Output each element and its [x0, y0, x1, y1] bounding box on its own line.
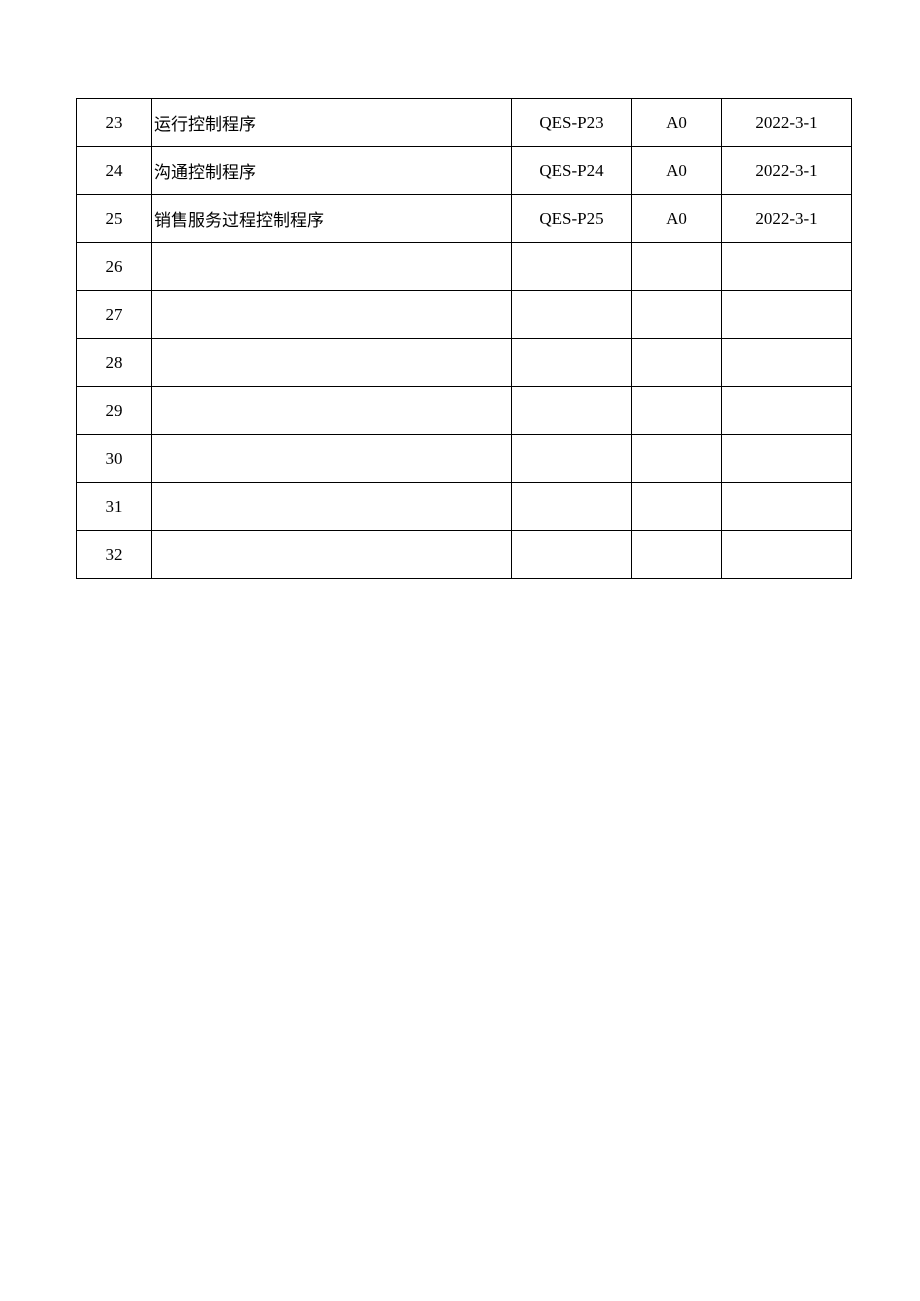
cell-date — [722, 387, 852, 435]
table-row: 27 — [77, 291, 852, 339]
cell-code — [512, 339, 632, 387]
cell-number: 26 — [77, 243, 152, 291]
cell-date — [722, 483, 852, 531]
cell-name — [152, 387, 512, 435]
cell-code — [512, 243, 632, 291]
cell-code — [512, 291, 632, 339]
procedure-table: 23 运行控制程序 QES-P23 A0 2022-3-1 24 沟通控制程序 … — [76, 98, 852, 579]
table-row: 24 沟通控制程序 QES-P24 A0 2022-3-1 — [77, 147, 852, 195]
cell-name: 销售服务过程控制程序 — [152, 195, 512, 243]
cell-number: 27 — [77, 291, 152, 339]
cell-number: 31 — [77, 483, 152, 531]
cell-version — [632, 435, 722, 483]
cell-version — [632, 531, 722, 579]
cell-name — [152, 483, 512, 531]
cell-date: 2022-3-1 — [722, 195, 852, 243]
table-row: 30 — [77, 435, 852, 483]
cell-number: 29 — [77, 387, 152, 435]
cell-name — [152, 291, 512, 339]
cell-date — [722, 339, 852, 387]
cell-code: QES-P23 — [512, 99, 632, 147]
table-row: 32 — [77, 531, 852, 579]
cell-version — [632, 483, 722, 531]
cell-name: 沟通控制程序 — [152, 147, 512, 195]
cell-number: 24 — [77, 147, 152, 195]
cell-code: QES-P24 — [512, 147, 632, 195]
cell-number: 23 — [77, 99, 152, 147]
cell-version — [632, 387, 722, 435]
cell-code — [512, 531, 632, 579]
table-row: 25 销售服务过程控制程序 QES-P25 A0 2022-3-1 — [77, 195, 852, 243]
cell-date — [722, 243, 852, 291]
cell-version — [632, 243, 722, 291]
document-page: 23 运行控制程序 QES-P23 A0 2022-3-1 24 沟通控制程序 … — [0, 0, 920, 579]
cell-version — [632, 291, 722, 339]
cell-name — [152, 243, 512, 291]
cell-code — [512, 483, 632, 531]
cell-number: 30 — [77, 435, 152, 483]
cell-number: 28 — [77, 339, 152, 387]
cell-date: 2022-3-1 — [722, 99, 852, 147]
cell-code: QES-P25 — [512, 195, 632, 243]
cell-version: A0 — [632, 147, 722, 195]
cell-version — [632, 339, 722, 387]
table-row: 29 — [77, 387, 852, 435]
cell-code — [512, 435, 632, 483]
table-row: 26 — [77, 243, 852, 291]
cell-version: A0 — [632, 99, 722, 147]
cell-version: A0 — [632, 195, 722, 243]
table-row: 28 — [77, 339, 852, 387]
cell-date — [722, 291, 852, 339]
cell-name: 运行控制程序 — [152, 99, 512, 147]
cell-date — [722, 531, 852, 579]
cell-number: 32 — [77, 531, 152, 579]
cell-number: 25 — [77, 195, 152, 243]
cell-name — [152, 531, 512, 579]
table-row: 31 — [77, 483, 852, 531]
cell-name — [152, 435, 512, 483]
cell-date — [722, 435, 852, 483]
cell-name — [152, 339, 512, 387]
table-row: 23 运行控制程序 QES-P23 A0 2022-3-1 — [77, 99, 852, 147]
cell-code — [512, 387, 632, 435]
cell-date: 2022-3-1 — [722, 147, 852, 195]
